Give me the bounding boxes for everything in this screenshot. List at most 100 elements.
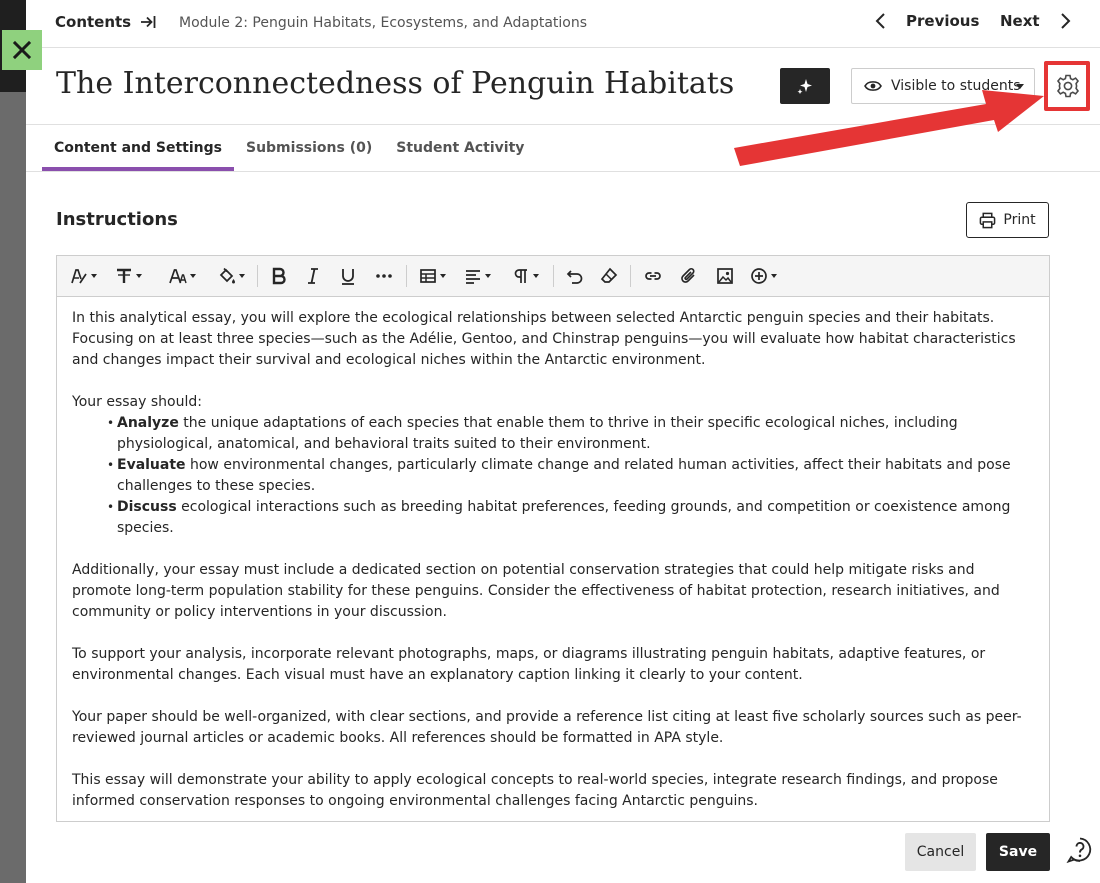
font-size-button[interactable] (155, 261, 209, 291)
paragraph: Your paper should be well-organized, wit… (72, 709, 1022, 746)
eraser-icon (600, 267, 618, 283)
bold-button[interactable] (262, 261, 296, 291)
chevron-down-icon (90, 274, 97, 278)
tab-content-and-settings[interactable]: Content and Settings (42, 125, 234, 171)
next-label: Next (1000, 12, 1040, 30)
paragraph: To support your analysis, incorporate re… (72, 646, 986, 683)
chevron-down-icon (1016, 84, 1024, 89)
tabs-divider (26, 171, 1100, 172)
add-content-icon (750, 268, 767, 284)
editor-toolbar (57, 256, 1049, 297)
tab-bar: Content and Settings Submissions (0) Stu… (42, 125, 536, 171)
image-button[interactable] (707, 261, 743, 291)
table-button[interactable] (411, 261, 453, 291)
undo-button[interactable] (558, 261, 592, 291)
eye-icon (864, 81, 882, 91)
cancel-button[interactable]: Cancel (905, 833, 976, 871)
gear-icon (1056, 74, 1080, 98)
color-fill-icon (219, 267, 235, 284)
chevron-left-icon (875, 13, 885, 29)
previous-button[interactable]: Previous (874, 12, 979, 30)
ai-assist-button[interactable] (780, 68, 830, 104)
more-icon (376, 274, 392, 278)
undo-icon (566, 270, 583, 284)
save-button[interactable]: Save (986, 833, 1050, 871)
list-item-bold: Analyze (117, 415, 179, 431)
rich-text-editor: In this analytical essay, you will explo… (56, 255, 1050, 822)
chevron-down-icon (135, 274, 142, 278)
link-icon (645, 272, 661, 280)
contents-link[interactable]: Contents (55, 13, 157, 31)
color-fill-button[interactable] (209, 261, 253, 291)
more-button[interactable] (366, 261, 402, 291)
paragraph-button[interactable] (501, 261, 549, 291)
list-item: Evaluate how environmental changes, part… (107, 455, 1034, 497)
text-style-button[interactable] (65, 261, 101, 291)
align-button[interactable] (453, 261, 501, 291)
attachment-button[interactable] (671, 261, 707, 291)
paragraph: This essay will demonstrate your ability… (72, 772, 998, 809)
close-icon (12, 40, 32, 60)
paragraph: Additionally, your essay must include a … (72, 562, 1000, 620)
list-item-text: the unique adaptations of each species t… (117, 415, 958, 452)
breadcrumb: Module 2: Penguin Habitats, Ecosystems, … (179, 15, 588, 31)
list-item-bold: Discuss (117, 499, 177, 515)
help-icon (1066, 837, 1092, 864)
attachment-icon (681, 268, 695, 283)
next-button[interactable]: Next (1000, 12, 1072, 30)
sparkle-icon (797, 79, 812, 94)
paragraph-icon (514, 269, 527, 283)
instructions-heading: Instructions (56, 209, 178, 230)
page-title: The Interconnectedness of Penguin Habita… (56, 66, 736, 101)
clear-formatting-button[interactable] (592, 261, 626, 291)
page-backdrop (0, 0, 26, 883)
print-label: Print (1003, 212, 1036, 228)
visibility-dropdown[interactable]: Visible to students (851, 68, 1035, 104)
visibility-label: Visible to students (891, 78, 1021, 94)
paragraph: Your essay should: (72, 394, 202, 410)
chevron-down-icon (770, 274, 777, 278)
italic-button[interactable] (296, 261, 330, 291)
toolbar-divider (406, 265, 407, 287)
list-item: Analyze the unique adaptations of each s… (107, 413, 1034, 455)
close-button[interactable] (2, 30, 42, 70)
font-size-icon (168, 269, 187, 284)
editor-content[interactable]: In this analytical essay, you will explo… (57, 297, 1049, 812)
arrow-to-line-icon (141, 16, 156, 28)
list-item-text: how environmental changes, particularly … (117, 457, 1011, 494)
tab-student-activity[interactable]: Student Activity (384, 125, 536, 171)
image-icon (717, 268, 733, 284)
chevron-down-icon (532, 274, 539, 278)
tab-submissions[interactable]: Submissions (0) (234, 125, 384, 171)
previous-label: Previous (906, 12, 980, 30)
paragraph: In this analytical essay, you will explo… (72, 310, 1016, 368)
format-icon (116, 268, 131, 283)
toolbar-divider (630, 265, 631, 287)
chevron-down-icon (484, 274, 491, 278)
text-style-icon (70, 269, 87, 284)
underline-button[interactable] (330, 261, 366, 291)
bullet-list: Analyze the unique adaptations of each s… (107, 413, 1034, 539)
help-button[interactable] (1066, 836, 1096, 866)
format-button[interactable] (101, 261, 155, 291)
chevron-down-icon (439, 274, 446, 278)
chevron-right-icon (1060, 13, 1070, 29)
chevron-down-icon (238, 274, 245, 278)
contents-label: Contents (55, 13, 132, 31)
align-icon (465, 270, 480, 284)
top-navigation: Contents Module 2: Penguin Habitats, Eco… (26, 0, 1100, 48)
underline-icon (342, 269, 354, 285)
toolbar-divider (553, 265, 554, 287)
bold-icon (272, 267, 286, 285)
chevron-down-icon (189, 274, 196, 278)
italic-icon (308, 268, 318, 284)
print-button[interactable]: Print (966, 202, 1049, 238)
add-content-button[interactable] (743, 261, 783, 291)
list-item-text: ecological interactions such as breeding… (117, 499, 1011, 536)
assignment-panel: Contents Module 2: Penguin Habitats, Eco… (26, 0, 1100, 883)
toolbar-divider (257, 265, 258, 287)
list-item: Discuss ecological interactions such as … (107, 497, 1034, 539)
list-item-bold: Evaluate (117, 457, 186, 473)
link-button[interactable] (635, 261, 671, 291)
settings-button[interactable] (1046, 62, 1090, 110)
